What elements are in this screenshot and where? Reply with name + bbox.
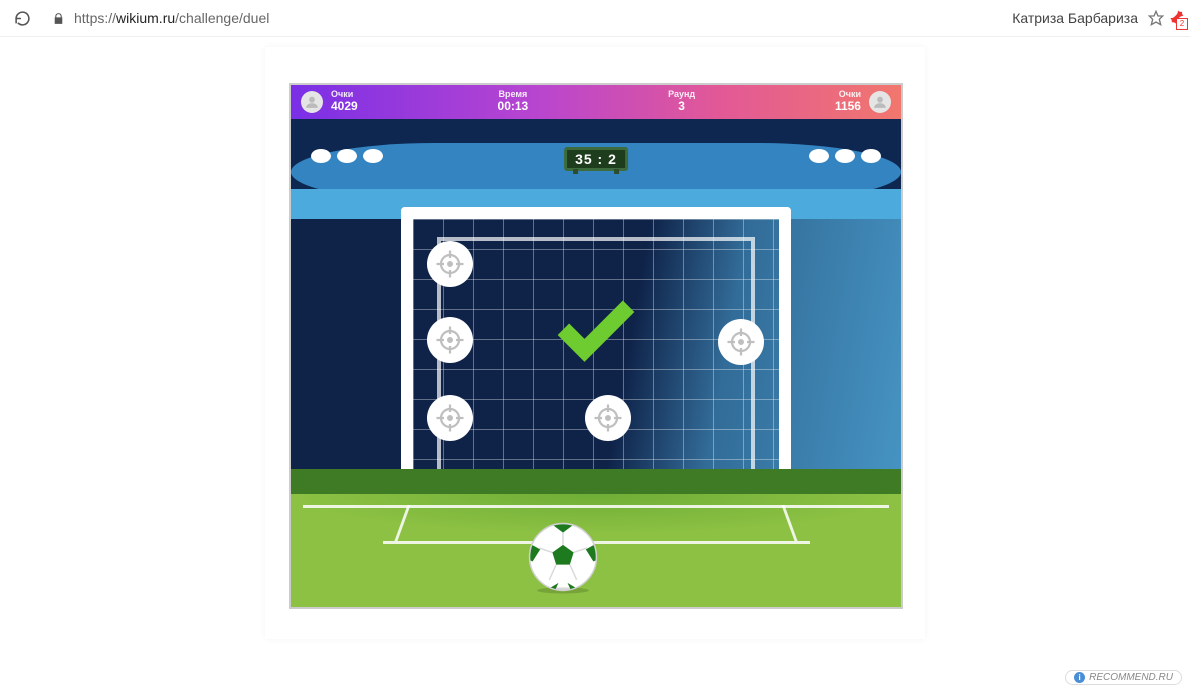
target-button[interactable] (427, 317, 473, 363)
value: 00:13 (498, 100, 529, 113)
label: Время (498, 90, 527, 100)
value: 1156 (835, 100, 861, 113)
label: Очки (839, 90, 861, 100)
hud-time: Время 00:13 (498, 90, 529, 113)
target-button[interactable] (718, 319, 764, 365)
browser-toolbar: https://wikium.ru/challenge/duel Катриза… (0, 0, 1190, 37)
light-icon (311, 149, 331, 163)
pitch-line (303, 505, 889, 508)
pitch-line (394, 505, 410, 541)
extension-icon[interactable]: 2 (1168, 10, 1184, 26)
hud-round: Раунд 3 (668, 90, 695, 113)
stadium-scoreboard: 35 : 2 (564, 147, 628, 171)
light-icon (861, 149, 881, 163)
info-icon: i (1074, 672, 1085, 683)
value: 3 (678, 100, 685, 113)
notification-badge: 2 (1176, 18, 1188, 30)
target-button[interactable] (427, 395, 473, 441)
game-hud: Очки 4029 Время 00:13 Раунд 3 Очки 1156 (291, 85, 901, 119)
success-check-icon (550, 289, 642, 386)
scoreboard-text: 35 : 2 (575, 151, 617, 167)
floodlights-left (311, 149, 383, 163)
player1-score: Очки 4029 (331, 90, 358, 113)
game-field[interactable]: 35 : 2 (291, 119, 901, 607)
reload-icon[interactable] (12, 10, 32, 27)
player2-avatar (869, 91, 891, 113)
target-button[interactable] (585, 395, 631, 441)
lock-icon (50, 12, 66, 25)
target-button[interactable] (427, 241, 473, 287)
star-icon[interactable] (1148, 10, 1164, 26)
game-frame: Очки 4029 Время 00:13 Раунд 3 Очки 1156 (289, 83, 903, 609)
url-path: /challenge/duel (175, 10, 269, 26)
watermark: i RECOMMEND.RU (1065, 670, 1182, 685)
label: Раунд (668, 90, 695, 100)
value: 4029 (331, 100, 358, 113)
player2-score: Очки 1156 (835, 90, 861, 113)
pitch-line (782, 505, 798, 541)
light-icon (363, 149, 383, 163)
label: Очки (331, 90, 353, 100)
light-icon (337, 149, 357, 163)
toolbar-right: Катриза Барбариза 2 (1012, 0, 1184, 36)
page-card: Очки 4029 Время 00:13 Раунд 3 Очки 1156 (265, 47, 925, 639)
soccer-ball-icon[interactable] (525, 519, 601, 595)
light-icon (835, 149, 855, 163)
watermark-text: RECOMMEND.RU (1089, 672, 1173, 683)
profile-name[interactable]: Катриза Барбариза (1012, 10, 1138, 26)
url-domain: wikium.ru (116, 10, 175, 26)
floodlights-right (809, 149, 881, 163)
pitch (291, 469, 901, 607)
url-scheme: https:// (74, 10, 116, 26)
light-icon (809, 149, 829, 163)
player1-avatar (301, 91, 323, 113)
